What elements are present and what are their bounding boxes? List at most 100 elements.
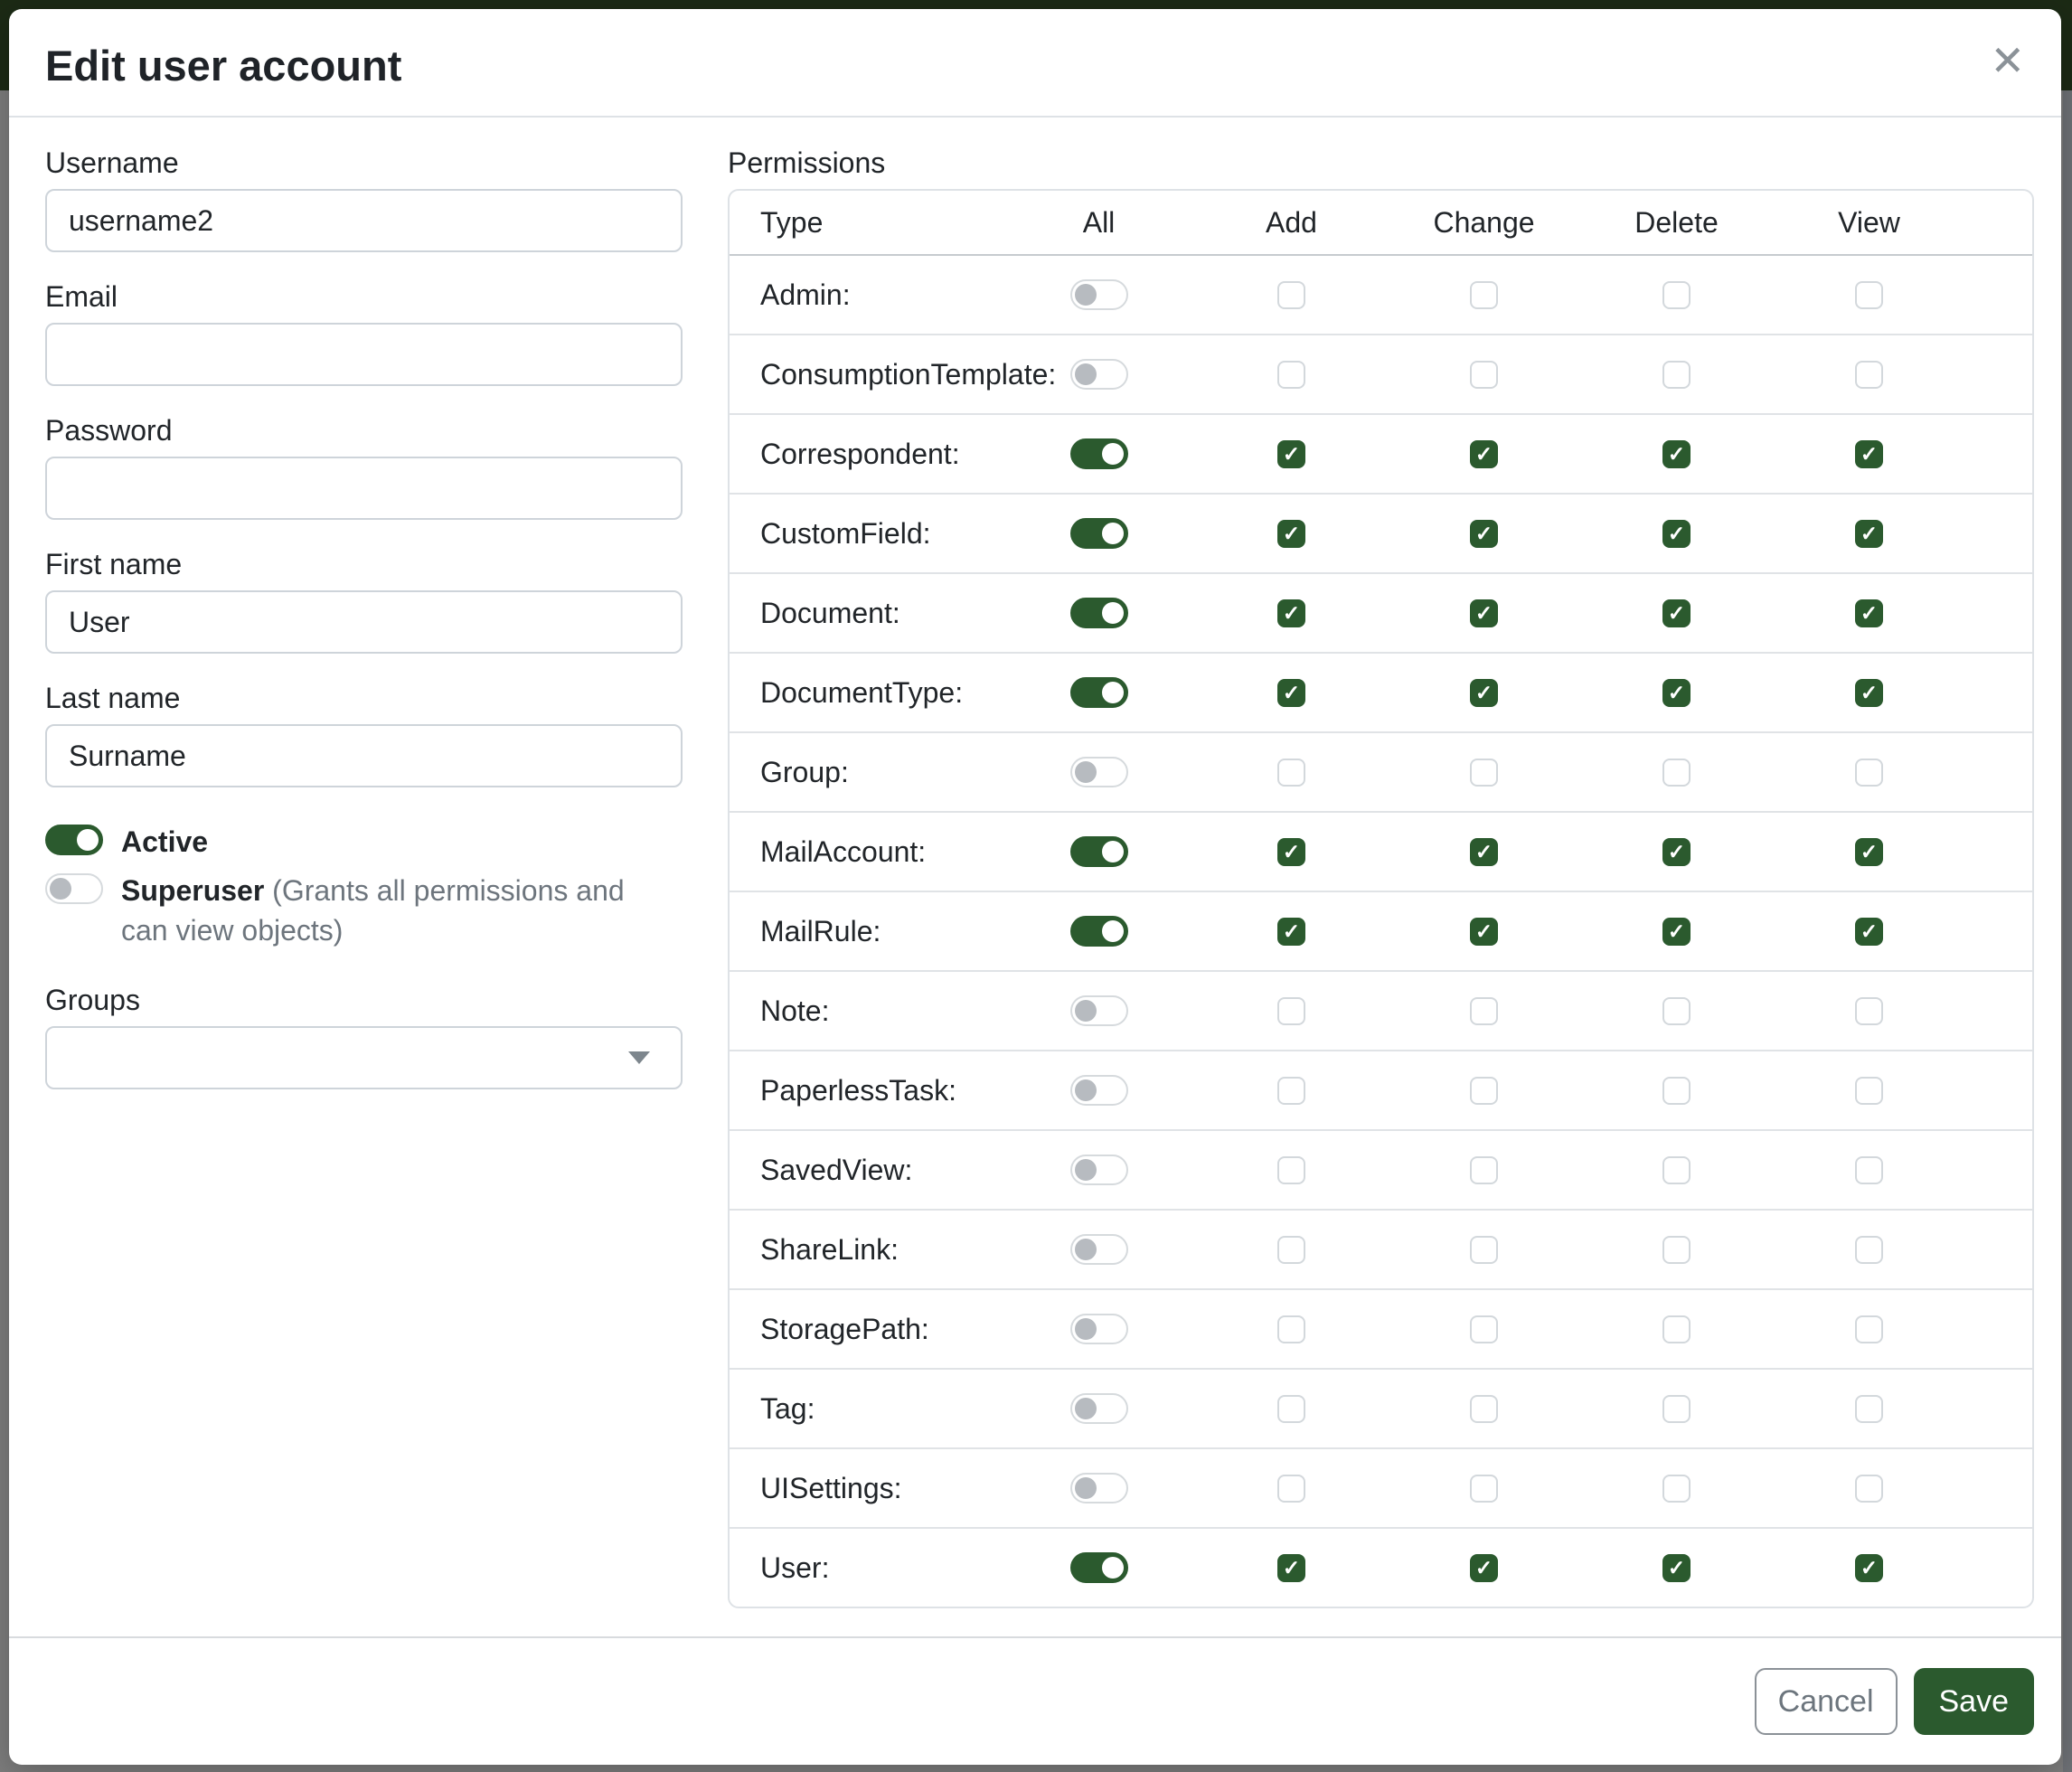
- perm-view-checkbox[interactable]: [1855, 1156, 1883, 1184]
- perm-change-checkbox[interactable]: [1470, 361, 1498, 389]
- perm-view-checkbox[interactable]: [1855, 1395, 1883, 1423]
- last-name-input[interactable]: [45, 724, 683, 787]
- perm-delete-checkbox[interactable]: ✓: [1662, 440, 1691, 468]
- perm-delete-checkbox[interactable]: [1662, 361, 1691, 389]
- perm-change-checkbox[interactable]: [1470, 1475, 1498, 1503]
- perm-type-label: Correspondent:: [730, 438, 1003, 471]
- perm-add-checkbox[interactable]: [1277, 1475, 1305, 1503]
- background-scrollbar[interactable]: [2063, 90, 2072, 1772]
- perm-change-checkbox[interactable]: [1470, 1156, 1498, 1184]
- superuser-toggle[interactable]: [45, 873, 103, 904]
- perm-add-checkbox[interactable]: [1277, 1236, 1305, 1264]
- perm-all-toggle[interactable]: [1070, 1234, 1128, 1265]
- perm-add-checkbox[interactable]: ✓: [1277, 679, 1305, 707]
- username-input[interactable]: [45, 189, 683, 252]
- perm-delete-checkbox[interactable]: [1662, 997, 1691, 1025]
- perm-add-checkbox[interactable]: [1277, 1395, 1305, 1423]
- perm-view-checkbox[interactable]: [1855, 997, 1883, 1025]
- perm-view-checkbox[interactable]: [1855, 281, 1883, 309]
- perm-delete-checkbox[interactable]: [1662, 1395, 1691, 1423]
- perm-all-toggle[interactable]: [1070, 1075, 1128, 1106]
- perm-change-checkbox[interactable]: [1470, 1395, 1498, 1423]
- perm-view-checkbox[interactable]: [1855, 759, 1883, 787]
- perm-add-checkbox[interactable]: ✓: [1277, 440, 1305, 468]
- perm-delete-checkbox[interactable]: ✓: [1662, 520, 1691, 548]
- perm-add-checkbox[interactable]: [1277, 1077, 1305, 1105]
- perm-change-checkbox[interactable]: [1470, 1236, 1498, 1264]
- perm-change-checkbox[interactable]: ✓: [1470, 679, 1498, 707]
- perm-delete-checkbox[interactable]: [1662, 1156, 1691, 1184]
- perm-delete-checkbox[interactable]: [1662, 281, 1691, 309]
- perm-add-checkbox[interactable]: [1277, 997, 1305, 1025]
- perm-delete-checkbox[interactable]: [1662, 1236, 1691, 1264]
- perm-all-toggle[interactable]: [1070, 1393, 1128, 1424]
- perm-change-checkbox[interactable]: ✓: [1470, 1554, 1498, 1582]
- perm-delete-checkbox[interactable]: [1662, 759, 1691, 787]
- perm-add-checkbox[interactable]: [1277, 361, 1305, 389]
- perm-add-checkbox[interactable]: ✓: [1277, 1554, 1305, 1582]
- perm-delete-checkbox[interactable]: ✓: [1662, 1554, 1691, 1582]
- perm-all-toggle[interactable]: [1070, 279, 1128, 310]
- groups-select[interactable]: [45, 1026, 683, 1089]
- perm-all-toggle[interactable]: [1070, 757, 1128, 787]
- perm-add-checkbox[interactable]: [1277, 281, 1305, 309]
- perm-view-checkbox[interactable]: ✓: [1855, 520, 1883, 548]
- perm-all-toggle[interactable]: [1070, 598, 1128, 628]
- perm-view-checkbox[interactable]: ✓: [1855, 1554, 1883, 1582]
- perm-change-checkbox[interactable]: [1470, 1315, 1498, 1343]
- perm-all-toggle[interactable]: [1070, 995, 1128, 1026]
- perm-all-toggle[interactable]: [1070, 359, 1128, 390]
- perm-view-checkbox[interactable]: [1855, 1077, 1883, 1105]
- first-name-input[interactable]: [45, 590, 683, 654]
- perm-add-checkbox[interactable]: [1277, 1156, 1305, 1184]
- perm-all-toggle[interactable]: [1070, 1314, 1128, 1344]
- perm-add-checkbox[interactable]: [1277, 1315, 1305, 1343]
- perm-all-toggle[interactable]: [1070, 1552, 1128, 1583]
- perm-change-checkbox[interactable]: [1470, 1077, 1498, 1105]
- perm-add-checkbox[interactable]: ✓: [1277, 838, 1305, 866]
- perm-change-checkbox[interactable]: ✓: [1470, 838, 1498, 866]
- perm-view-checkbox[interactable]: [1855, 361, 1883, 389]
- perm-add-checkbox[interactable]: ✓: [1277, 918, 1305, 946]
- perm-view-checkbox[interactable]: [1855, 1315, 1883, 1343]
- perm-view-checkbox[interactable]: [1855, 1236, 1883, 1264]
- perm-all-toggle[interactable]: [1070, 1155, 1128, 1185]
- perm-delete-checkbox[interactable]: ✓: [1662, 838, 1691, 866]
- perm-change-checkbox[interactable]: [1470, 281, 1498, 309]
- perm-view-checkbox[interactable]: ✓: [1855, 838, 1883, 866]
- perm-all-toggle[interactable]: [1070, 836, 1128, 867]
- perm-column-header: Change: [1388, 206, 1580, 240]
- cancel-button[interactable]: Cancel: [1755, 1668, 1898, 1735]
- perm-view-checkbox[interactable]: [1855, 1475, 1883, 1503]
- perm-change-checkbox[interactable]: ✓: [1470, 520, 1498, 548]
- perm-delete-checkbox[interactable]: [1662, 1475, 1691, 1503]
- perm-add-checkbox[interactable]: ✓: [1277, 599, 1305, 627]
- perm-change-checkbox[interactable]: [1470, 759, 1498, 787]
- email-input[interactable]: [45, 323, 683, 386]
- close-icon[interactable]: ✕: [1984, 34, 2030, 87]
- password-input[interactable]: [45, 457, 683, 520]
- perm-all-toggle[interactable]: [1070, 677, 1128, 708]
- perm-change-checkbox[interactable]: [1470, 997, 1498, 1025]
- perm-delete-checkbox[interactable]: ✓: [1662, 599, 1691, 627]
- perm-all-toggle[interactable]: [1070, 438, 1128, 469]
- perm-change-checkbox[interactable]: ✓: [1470, 599, 1498, 627]
- perm-view-checkbox[interactable]: ✓: [1855, 679, 1883, 707]
- perm-delete-checkbox[interactable]: ✓: [1662, 679, 1691, 707]
- perm-change-checkbox[interactable]: ✓: [1470, 440, 1498, 468]
- perm-change-checkbox[interactable]: ✓: [1470, 918, 1498, 946]
- perm-view-checkbox[interactable]: ✓: [1855, 599, 1883, 627]
- active-toggle[interactable]: [45, 825, 103, 855]
- perm-view-checkbox[interactable]: ✓: [1855, 918, 1883, 946]
- perm-add-checkbox[interactable]: ✓: [1277, 520, 1305, 548]
- perm-add-checkbox[interactable]: [1277, 759, 1305, 787]
- perm-view-checkbox[interactable]: ✓: [1855, 440, 1883, 468]
- perm-delete-checkbox[interactable]: [1662, 1315, 1691, 1343]
- perm-type-label: User:: [730, 1551, 1003, 1585]
- perm-delete-checkbox[interactable]: [1662, 1077, 1691, 1105]
- save-button[interactable]: Save: [1914, 1668, 2035, 1735]
- perm-all-toggle[interactable]: [1070, 518, 1128, 549]
- perm-all-toggle[interactable]: [1070, 916, 1128, 947]
- perm-all-toggle[interactable]: [1070, 1473, 1128, 1503]
- perm-delete-checkbox[interactable]: ✓: [1662, 918, 1691, 946]
